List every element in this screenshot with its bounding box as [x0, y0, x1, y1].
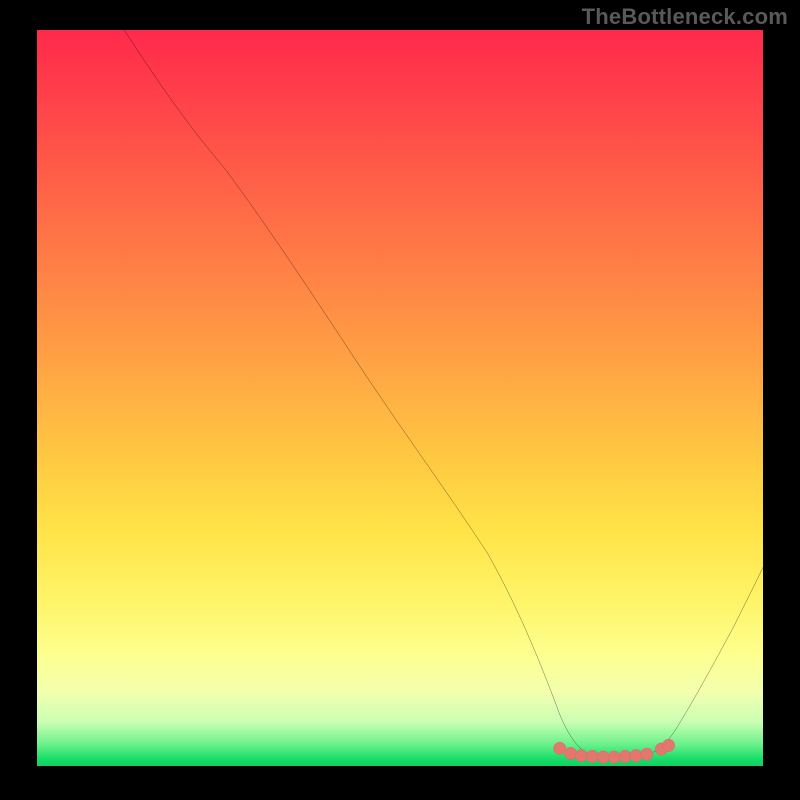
watermark-text: TheBottleneck.com	[582, 4, 788, 30]
plot-area	[37, 30, 763, 766]
trough-markers	[554, 739, 675, 763]
chart-overlay	[37, 30, 763, 766]
curve-line	[124, 30, 763, 759]
chart-frame: TheBottleneck.com	[0, 0, 800, 800]
